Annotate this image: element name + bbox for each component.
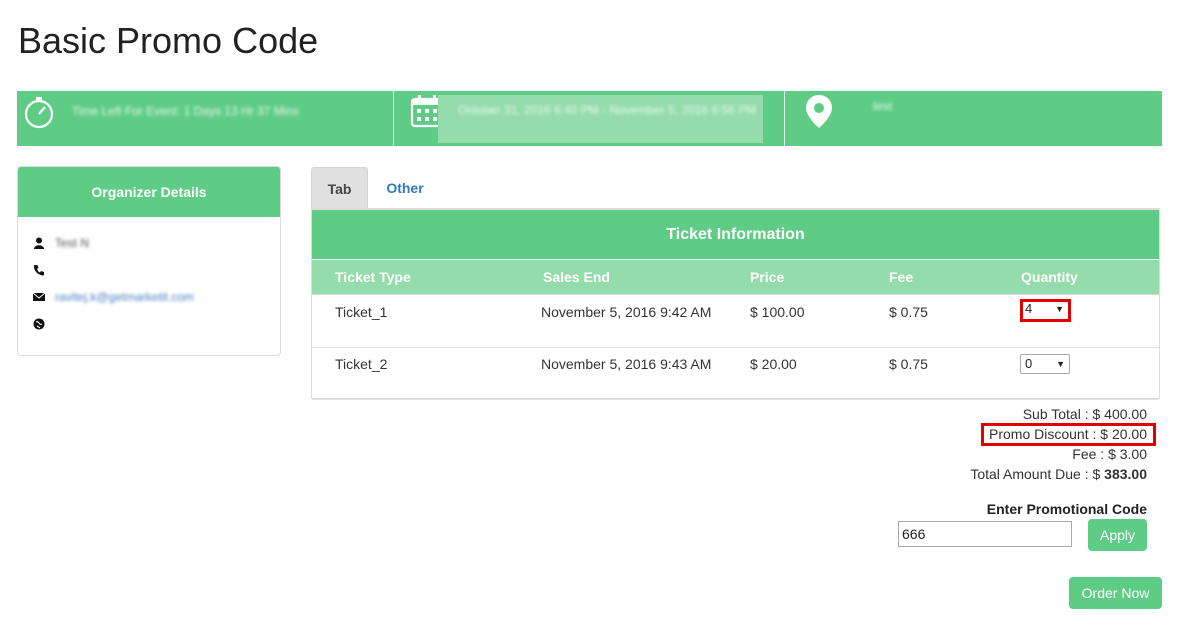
tab-other[interactable]: Other <box>373 167 437 209</box>
column-sales-end: Sales End <box>543 269 610 285</box>
column-fee: Fee <box>889 269 914 285</box>
total-amount-label: Total Amount Due : $ <box>970 466 1101 482</box>
quantity-select[interactable]: 4 ▼ <box>1020 299 1071 322</box>
total-amount-due: Total Amount Due : $ 383.00 <box>970 466 1147 482</box>
sales-end: November 5, 2016 9:42 AM <box>541 304 712 320</box>
globe-icon <box>33 318 45 330</box>
envelope-icon <box>33 292 45 301</box>
location-text: test <box>873 99 893 113</box>
ticket-fee: $ 0.75 <box>889 356 928 372</box>
phone-icon <box>33 265 44 276</box>
total-amount-value: 383.00 <box>1104 466 1147 482</box>
event-info-bar: Time Left For Event: 1 Days 13 Hr 37 Min… <box>17 91 1162 146</box>
order-now-button[interactable]: Order Now <box>1069 577 1162 609</box>
column-ticket-type: Ticket Type <box>335 269 411 285</box>
map-pin-icon <box>806 95 832 128</box>
ticket-information-header: Ticket Information <box>312 210 1159 259</box>
ticket-fee: $ 0.75 <box>889 304 928 320</box>
time-left-segment: Time Left For Event: 1 Days 13 Hr 37 Min… <box>17 91 393 146</box>
quantity-select[interactable]: 0 ▼ <box>1020 354 1070 374</box>
table-row: Ticket_1 November 5, 2016 9:42 AM $ 100.… <box>312 296 1159 348</box>
organizer-website-row <box>33 316 55 332</box>
subtotal-text: Sub Total : $ 400.00 <box>1022 406 1147 422</box>
ticket-information-panel: Ticket Information Ticket Type Sales End… <box>311 209 1160 400</box>
apply-button[interactable]: Apply <box>1088 519 1147 551</box>
organizer-email-row: ravitej.k@getmarketit.com <box>33 289 194 305</box>
quantity-value: 0 <box>1025 356 1033 371</box>
page-title: Basic Promo Code <box>18 20 319 61</box>
user-icon <box>34 237 44 249</box>
ticket-price: $ 100.00 <box>750 304 805 320</box>
location-segment: test <box>785 91 1162 146</box>
promo-code-label: Enter Promotional Code <box>986 501 1147 517</box>
organizer-name-row: Test N <box>33 235 89 251</box>
caret-down-icon: ▼ <box>1055 304 1064 314</box>
ticket-type: Ticket_2 <box>335 356 388 372</box>
stopwatch-icon <box>24 97 54 129</box>
ticket-table-header: Ticket Type Sales End Price Fee Quantity <box>312 260 1159 295</box>
organizer-header: Organizer Details <box>18 167 280 217</box>
promo-discount-text: Promo Discount : $ 20.00 <box>981 423 1156 446</box>
table-row: Ticket_2 November 5, 2016 9:43 AM $ 20.0… <box>312 348 1159 400</box>
promo-code-input[interactable]: 666 <box>898 521 1072 547</box>
organizer-panel: Organizer Details Test N ravitej.k@getma… <box>17 166 281 356</box>
quantity-value: 4 <box>1025 301 1033 316</box>
fee-total-text: Fee : $ 3.00 <box>1072 446 1147 462</box>
date-segment: October 31, 2016 6:40 PM - November 5, 2… <box>394 91 784 146</box>
caret-down-icon: ▼ <box>1056 359 1065 369</box>
organizer-name: Test N <box>55 236 90 250</box>
sales-end: November 5, 2016 9:43 AM <box>541 356 712 372</box>
event-dates-text: October 31, 2016 6:40 PM - November 5, 2… <box>458 103 757 117</box>
organizer-email-link[interactable]: ravitej.k@getmarketit.com <box>55 290 194 304</box>
tab-tab[interactable]: Tab <box>311 167 368 209</box>
column-quantity: Quantity <box>1021 269 1078 285</box>
organizer-phone-row <box>33 262 55 278</box>
ticket-price: $ 20.00 <box>750 356 797 372</box>
ticket-type: Ticket_1 <box>335 304 388 320</box>
time-left-text: Time Left For Event: 1 Days 13 Hr 37 Min… <box>72 104 299 118</box>
column-price: Price <box>750 269 785 285</box>
